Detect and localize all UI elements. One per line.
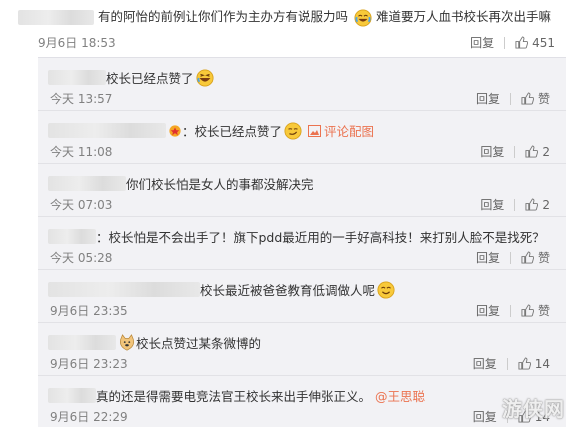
like-label: 赞 — [537, 92, 550, 106]
comment-image-link-label: 评论配图 — [324, 124, 375, 139]
like-count: 14 — [534, 356, 550, 371]
username-blurred[interactable] — [48, 229, 96, 244]
divider — [509, 304, 511, 317]
thumbs-up-icon — [518, 357, 531, 370]
mention-link[interactable]: @王思聪 — [375, 386, 425, 405]
image-icon — [308, 124, 322, 137]
reply-time: 9月6日 23:35 — [50, 304, 128, 318]
main-comment-text-2: 难道要万人血书校长再次出手嘛 — [375, 9, 551, 24]
like-label: 赞 — [537, 251, 550, 265]
username-blurred[interactable] — [48, 70, 106, 85]
reply-item: 校长最近被爸爸教育低调做人呢 9月6日 23:35 回复 赞 — [38, 270, 566, 323]
username-blurred[interactable] — [48, 335, 116, 350]
reply-time: 9月6日 23:23 — [50, 357, 128, 371]
thumbs-up-icon — [521, 251, 534, 264]
reply-item: 真的还是得需要电竞法官王校长来出手伸张正义。 @王思聪 9月6日 22:29 回… — [38, 376, 566, 428]
doge-emoji-icon — [120, 333, 134, 351]
like-button[interactable]: 赞 — [521, 249, 550, 266]
reply-time: 今天 07:03 — [50, 198, 113, 212]
thumbs-up-icon — [521, 304, 534, 317]
username-blurred[interactable] — [48, 123, 166, 138]
divider — [509, 251, 511, 264]
divider — [504, 36, 506, 49]
crying-laughing-emoji-icon — [354, 8, 372, 27]
reply-text: ：校长已经点赞了 — [182, 124, 283, 139]
like-count: 451 — [532, 35, 555, 50]
username-blurred[interactable] — [48, 388, 96, 403]
site-watermark: 游侠网 — [502, 397, 565, 421]
like-button[interactable]: 14 — [518, 357, 550, 371]
like-label: 赞 — [537, 304, 550, 318]
reply-text: 真的还是得需要电竞法官王校长来出手伸张正义。 — [96, 389, 372, 404]
badge-icon — [169, 124, 181, 137]
main-comment-text-row: 有的阿怡的前例让你们作为主办方有说服力吗 难道要万人血书校长再次出手嘛 — [18, 6, 551, 27]
reply-button[interactable]: 回复 — [480, 143, 504, 160]
like-button[interactable]: 赞 — [521, 302, 550, 319]
username-blurred[interactable] — [18, 10, 94, 25]
divider — [514, 145, 516, 158]
like-button[interactable]: 2 — [525, 198, 550, 212]
reply-button[interactable]: 回复 — [473, 408, 497, 425]
reply-item: ：校长怕是不会出手了！旗下pdd最近用的一手好高科技！来打别人脸不是找死？ 今天… — [38, 217, 566, 270]
smirk-emoji-icon — [284, 121, 302, 140]
divider — [509, 92, 511, 105]
reply-button[interactable]: 回复 — [476, 249, 500, 266]
like-count: 2 — [542, 197, 550, 212]
smile-emoji-icon — [377, 280, 395, 299]
reply-time: 今天 13:57 — [50, 92, 113, 106]
reply-button[interactable]: 回复 — [473, 355, 497, 372]
like-count: 2 — [542, 144, 550, 159]
reply-time: 今天 11:08 — [50, 145, 113, 159]
reply-time: 今天 05:28 — [50, 251, 113, 265]
reply-item: ：校长已经点赞了 评论配图 今天 11:08 回复 2 — [38, 111, 566, 164]
divider — [506, 357, 508, 370]
main-comment-meta: 9月6日 18:53 回复 451 — [38, 34, 563, 51]
main-comment-text-1: 有的阿怡的前例让你们作为主办方有说服力吗 — [97, 9, 348, 24]
username-blurred[interactable] — [48, 176, 126, 191]
main-comment-time: 9月6日 18:53 — [38, 36, 116, 50]
like-button[interactable]: 451 — [515, 36, 555, 50]
thumbs-up-icon — [521, 92, 534, 105]
like-button[interactable]: 赞 — [521, 90, 550, 107]
username-blurred[interactable] — [48, 282, 200, 297]
reply-button[interactable]: 回复 — [480, 196, 504, 213]
thumbs-up-icon — [525, 145, 539, 158]
reply-text: ：校长怕是不会出手了！旗下pdd最近用的一手好高科技！来打别人脸不是找死？ — [96, 230, 545, 245]
main-comment: 有的阿怡的前例让你们作为主办方有说服力吗 难道要万人血书校长再次出手嘛 9月6日… — [0, 0, 571, 56]
thumbs-up-icon — [525, 198, 539, 211]
reply-text: 校长最近被爸爸教育低调做人呢 — [200, 283, 376, 298]
main-comment-actions: 回复 451 — [470, 34, 555, 51]
reply-text: 校长已经点赞了 — [106, 71, 194, 86]
reply-item: 校长已经点赞了 今天 13:57 回复 赞 — [38, 58, 566, 111]
comment-image-link[interactable]: 评论配图 — [308, 121, 374, 140]
reply-text: 你们校长怕是女人的事都没解决完 — [126, 177, 314, 192]
reply-item: 你们校长怕是女人的事都没解决完 今天 07:03 回复 2 — [38, 164, 566, 217]
reply-button[interactable]: 回复 — [476, 90, 500, 107]
laughing-emoji-icon — [195, 68, 214, 87]
like-button[interactable]: 2 — [525, 145, 550, 159]
divider — [514, 198, 516, 211]
reply-text: 校长点赞过某条微博的 — [136, 336, 262, 351]
reply-time: 9月6日 22:29 — [50, 410, 128, 424]
reply-item: 校长点赞过某条微博的 9月6日 23:23 回复 14 — [38, 323, 566, 376]
thumbs-up-icon — [515, 36, 529, 49]
reply-button[interactable]: 回复 — [476, 302, 500, 319]
reply-button[interactable]: 回复 — [470, 34, 494, 51]
replies-panel: 校长已经点赞了 今天 13:57 回复 赞 ：校长已经点赞了 评论配图 今天 1… — [38, 57, 566, 427]
